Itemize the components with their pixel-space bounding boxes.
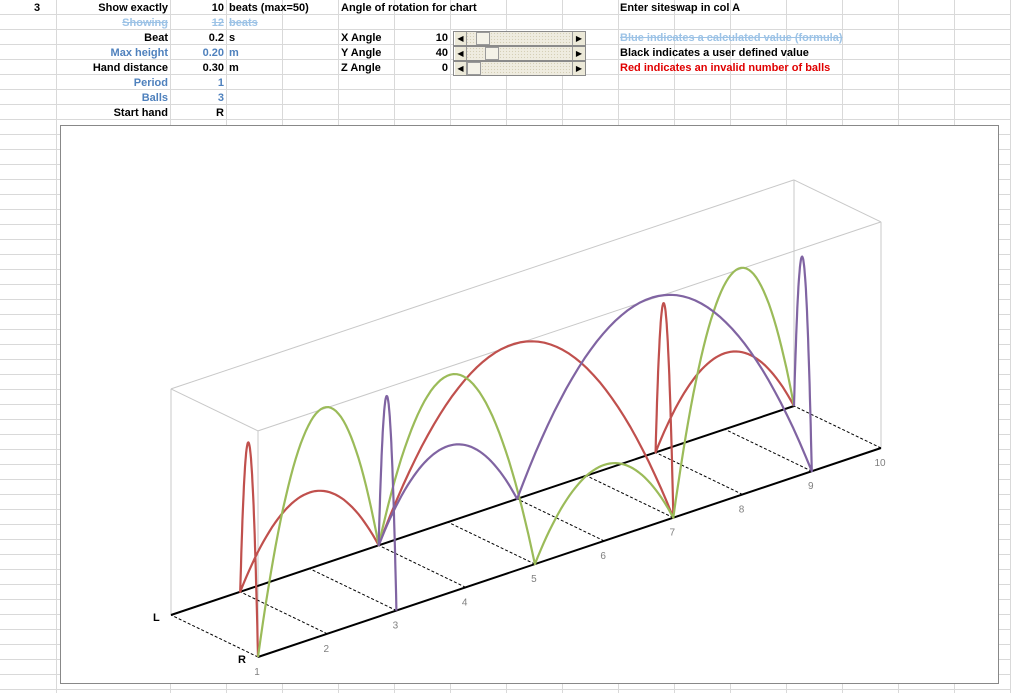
arrow-left-icon[interactable]: ◀ bbox=[454, 32, 467, 45]
x-angle-label: X Angle bbox=[341, 32, 382, 44]
x-tick-label: 4 bbox=[462, 597, 468, 608]
arrow-left-icon[interactable]: ◀ bbox=[454, 47, 467, 60]
beat-value[interactable]: 0.2 bbox=[172, 31, 224, 46]
z-angle-label: Z Angle bbox=[341, 62, 381, 74]
y-angle-scrollbar[interactable]: ◀ ▶ bbox=[453, 46, 586, 61]
beat-rung bbox=[170, 614, 259, 658]
beat-rung bbox=[309, 568, 397, 612]
beat-label: Beat bbox=[144, 32, 168, 44]
balls-label: Balls bbox=[141, 92, 168, 104]
right-hand-label: R bbox=[238, 654, 246, 666]
beat-rung bbox=[516, 498, 605, 542]
arrow-right-icon[interactable]: ▶ bbox=[572, 32, 585, 45]
x-angle-scrollbar[interactable]: ◀ ▶ bbox=[453, 31, 586, 46]
hand-distance-label: Hand distance bbox=[92, 62, 168, 74]
x-tick-label: 8 bbox=[739, 504, 745, 515]
period-value[interactable]: 1 bbox=[172, 76, 224, 91]
hand-distance-value[interactable]: 0.30 bbox=[172, 61, 224, 76]
chart-box-edge bbox=[257, 221, 882, 432]
max-height-value[interactable]: 0.20 bbox=[172, 46, 224, 61]
x-tick-label: 3 bbox=[393, 621, 399, 632]
x-tick-label: 6 bbox=[600, 551, 606, 562]
x-angle-value[interactable]: 10 bbox=[396, 31, 448, 46]
beat-rung bbox=[793, 405, 882, 449]
showing-unit: beats bbox=[229, 17, 258, 29]
y-angle-label: Y Angle bbox=[341, 47, 382, 59]
beat-rung bbox=[240, 591, 328, 635]
show-exactly-value[interactable]: 10 bbox=[172, 1, 224, 16]
z-angle-scroll-thumb[interactable] bbox=[467, 62, 481, 75]
period-label: Period bbox=[133, 77, 168, 89]
left-hand-label: L bbox=[153, 612, 160, 624]
max-height-label: Max height bbox=[110, 47, 168, 59]
chart-box-edge bbox=[793, 179, 882, 223]
y-angle-value[interactable]: 40 bbox=[396, 46, 448, 61]
z-angle-scrollbar[interactable]: ◀ ▶ bbox=[453, 61, 586, 76]
chart-box-edge bbox=[170, 388, 259, 432]
blue-legend-text: Blue indicates a calculated value (formu… bbox=[620, 32, 843, 44]
arrow-left-icon[interactable]: ◀ bbox=[454, 62, 467, 75]
beat-rung bbox=[724, 428, 812, 472]
balls-value[interactable]: 3 bbox=[172, 91, 224, 106]
juggling-chart-plot: 1 2 3 4 5 6 7 8 9 10 L R bbox=[153, 179, 886, 678]
arrow-right-icon[interactable]: ▶ bbox=[572, 62, 585, 75]
x-tick-label: 1 bbox=[254, 667, 260, 678]
juggling-chart[interactable]: 1 2 3 4 5 6 7 8 9 10 L R bbox=[60, 125, 999, 684]
showing-label: Showing bbox=[122, 17, 168, 29]
ball-trajectory-1 bbox=[239, 302, 795, 658]
red-legend-text: Red indicates an invalid number of balls bbox=[620, 62, 831, 74]
max-height-unit: m bbox=[229, 47, 239, 59]
y-angle-scroll-thumb[interactable] bbox=[485, 47, 500, 60]
hand-distance-unit: m bbox=[229, 62, 239, 74]
start-hand-label: Start hand bbox=[113, 107, 168, 119]
x-tick-label: 9 bbox=[808, 481, 814, 492]
siteswap-cell[interactable]: 3 bbox=[34, 1, 40, 16]
show-exactly-label: Show exactly bbox=[98, 2, 168, 14]
beat-rung bbox=[655, 451, 743, 495]
show-exactly-unit: beats (max=50) bbox=[229, 2, 309, 14]
start-hand-value[interactable]: R bbox=[172, 106, 224, 121]
x-tick-label: 7 bbox=[670, 528, 676, 539]
black-legend-text: Black indicates a user defined value bbox=[620, 47, 809, 59]
ball-trajectory-2 bbox=[256, 266, 796, 658]
arrow-right-icon[interactable]: ▶ bbox=[572, 47, 585, 60]
grid-line bbox=[56, 0, 57, 693]
rotation-title: Angle of rotation for chart bbox=[341, 2, 477, 14]
left-hand-rail bbox=[170, 405, 795, 616]
z-angle-value[interactable]: 0 bbox=[396, 61, 448, 76]
right-hand-rail bbox=[257, 447, 882, 658]
beat-unit: s bbox=[229, 32, 236, 44]
beat-rung bbox=[378, 544, 466, 588]
ball-trajectory-3 bbox=[377, 255, 813, 611]
x-angle-scroll-thumb[interactable] bbox=[476, 32, 491, 45]
x-tick-label: 2 bbox=[323, 644, 329, 655]
x-tick-label: 10 bbox=[874, 458, 886, 469]
showing-value[interactable]: 12 bbox=[172, 16, 224, 31]
instruction-text: Enter siteswap in col A bbox=[620, 2, 741, 14]
beat-rung bbox=[447, 521, 536, 565]
x-tick-label: 5 bbox=[531, 574, 537, 585]
